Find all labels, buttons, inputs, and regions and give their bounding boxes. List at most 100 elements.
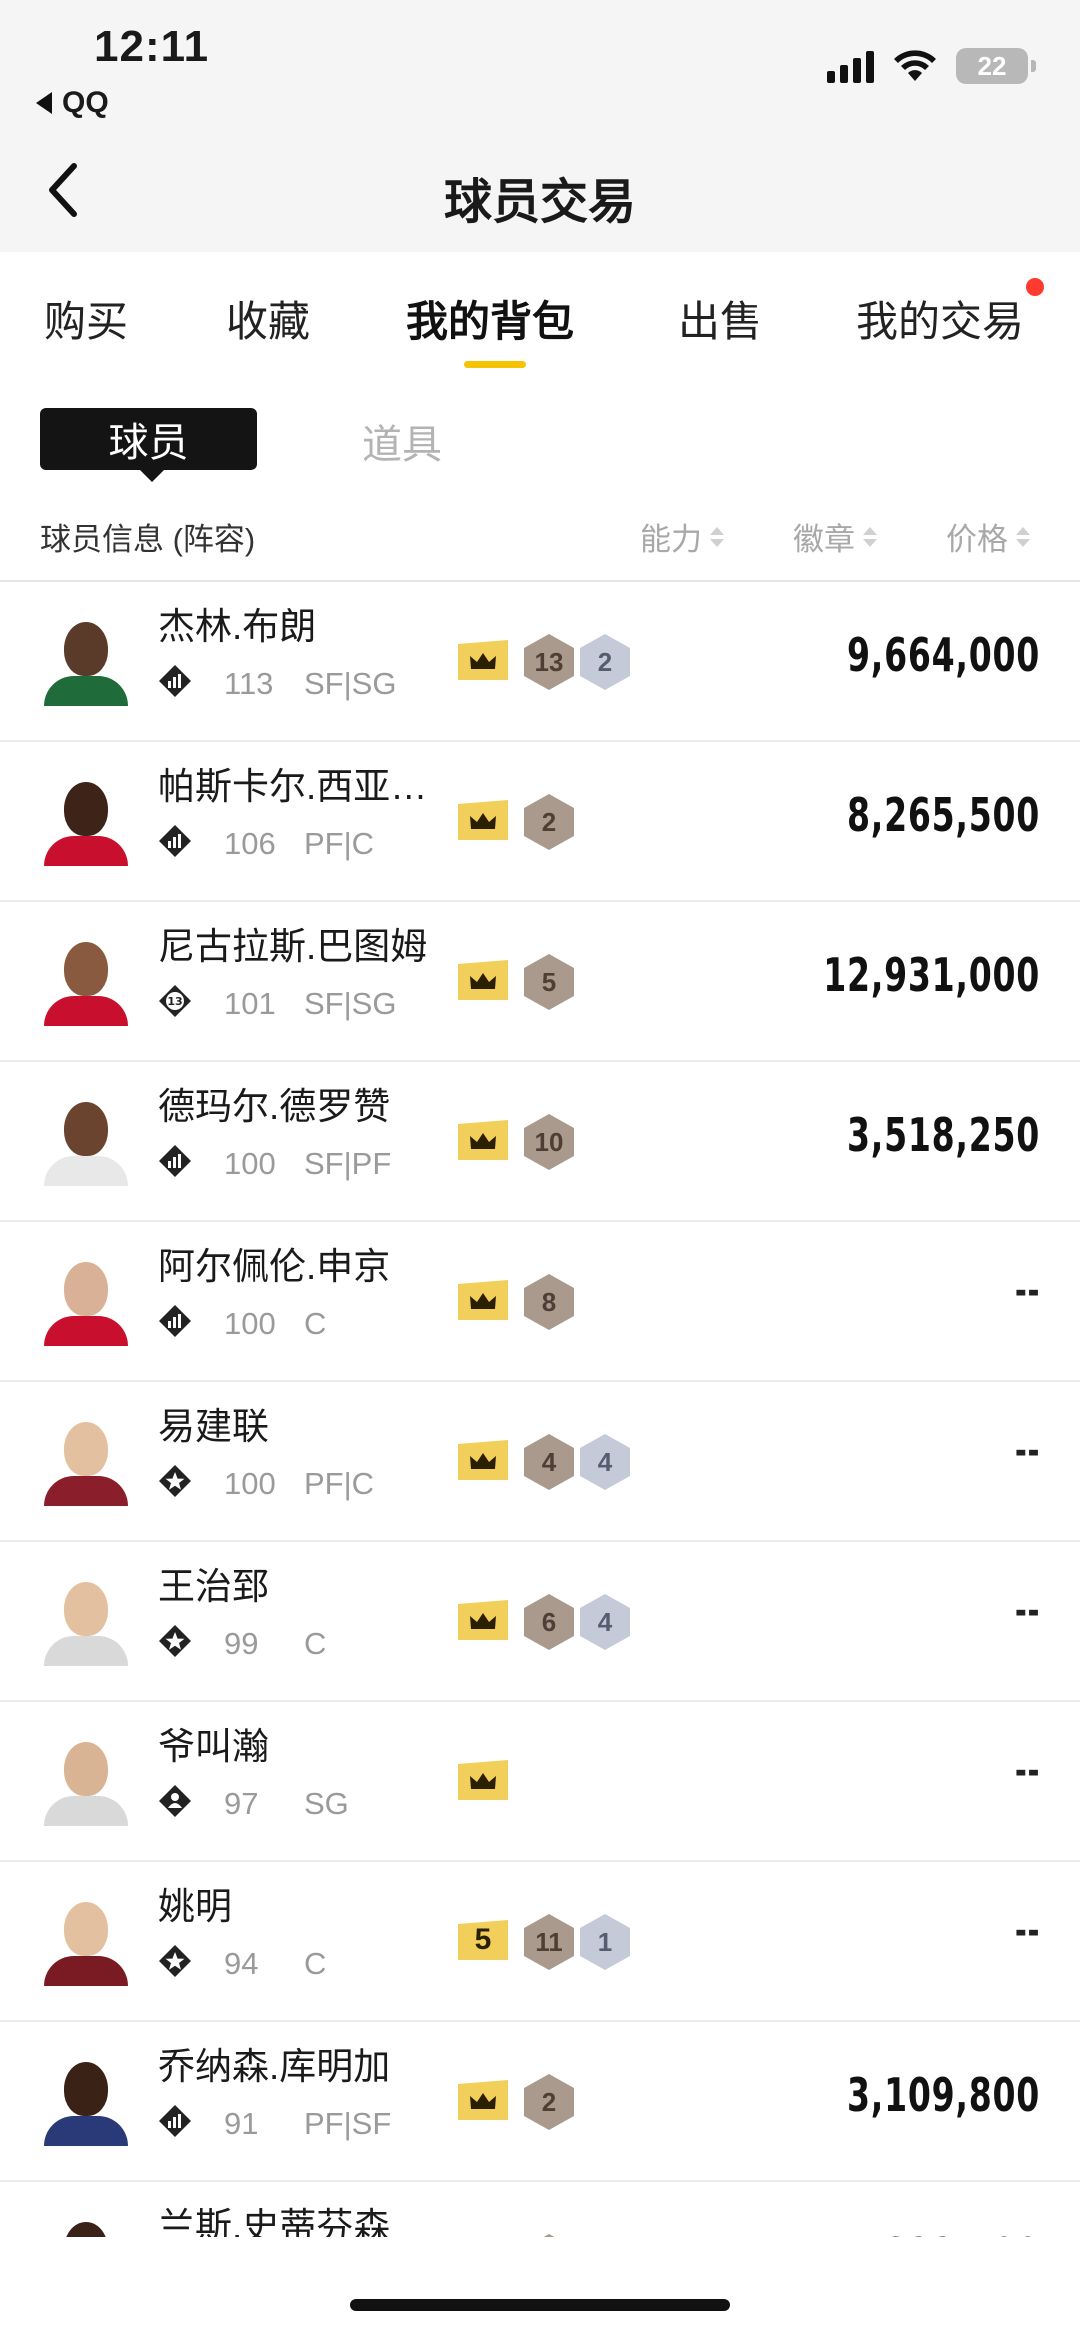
player-position: C: [304, 1626, 327, 1661]
tab-sell[interactable]: 出售: [678, 288, 762, 349]
sort-arrows-icon: [863, 526, 877, 547]
player-rating: 97: [224, 1786, 259, 1821]
player-row[interactable]: 爷叫瀚 97 SG --: [0, 1702, 1080, 1862]
player-name: 德玛尔.德罗赞: [158, 1086, 391, 1127]
back-to-app-link[interactable]: QQ: [36, 86, 109, 120]
player-name: 姚明: [158, 1886, 232, 1927]
segment-items[interactable]: 道具: [362, 412, 442, 470]
player-price: 8,265,500: [847, 788, 1040, 842]
player-rating: 106: [224, 826, 276, 861]
tab-my-bag[interactable]: 我的背包: [406, 288, 574, 349]
player-position: PF|C: [304, 826, 375, 861]
bars-icon: [158, 824, 192, 858]
player-row[interactable]: 阿尔佩伦.申京 100 C 8 --: [0, 1222, 1080, 1382]
person-icon: [158, 1784, 192, 1818]
status-icons: 22: [827, 48, 1036, 84]
player-position: PF|C: [304, 1466, 375, 1501]
player-avatar: [40, 934, 132, 1026]
notification-dot: [1026, 278, 1044, 296]
bronze-badge-count: 13: [524, 634, 574, 690]
player-position: SF|SG: [304, 666, 397, 701]
silver-badge-count: 4: [580, 1434, 630, 1490]
page-title: 球员交易: [443, 176, 636, 229]
player-row[interactable]: 乔纳森.库明加 91 PF|SF 2 3,109,800: [0, 2022, 1080, 2182]
sort-badge[interactable]: 徽章: [793, 514, 877, 559]
silver-badge-count: 4: [580, 1594, 630, 1650]
sort-badge-label: 徽章: [793, 522, 855, 557]
bronze-badge-count: 1: [524, 2234, 574, 2237]
sort-price[interactable]: 价格: [946, 514, 1030, 559]
player-rating: 100: [224, 1146, 276, 1181]
player-price: 4,822,500: [847, 2228, 1040, 2237]
crown-icon: [458, 1600, 508, 1640]
status-time: 12:11: [94, 22, 210, 71]
sort-ability-label: 能力: [640, 522, 702, 557]
13-badge-icon: 13: [158, 984, 192, 1018]
player-name: 爷叫瀚: [158, 1726, 269, 1767]
silver-badge-count: 1: [580, 1914, 630, 1970]
player-price: 12,931,000: [823, 948, 1040, 1002]
tab-bar: 购买 收藏 我的背包 出售 我的交易: [0, 262, 1080, 372]
player-rating: 100: [224, 1466, 276, 1501]
active-tab-indicator: [464, 361, 526, 368]
battery-level: 22: [977, 50, 1007, 81]
player-position: SF|SG: [304, 986, 397, 1021]
player-price: 3,109,800: [847, 2068, 1040, 2122]
bars-icon: [158, 1144, 192, 1178]
level-badge: 5: [458, 1920, 508, 1960]
player-row[interactable]: 德玛尔.德罗赞 100 SF|PF 10 3,518,250: [0, 1062, 1080, 1222]
player-rating: 101: [224, 986, 276, 1021]
sort-price-label: 价格: [946, 522, 1008, 557]
bronze-badge-count: 2: [524, 794, 574, 850]
sort-ability[interactable]: 能力: [640, 514, 724, 559]
player-position: SG: [304, 1786, 349, 1821]
bars-icon: [158, 1304, 192, 1338]
bronze-badge-count: 11: [524, 1914, 574, 1970]
crown-icon: [458, 1760, 508, 1800]
player-price: --: [1014, 1428, 1040, 1474]
player-row[interactable]: 尼古拉斯.巴图姆 13 101 SF|SG 5 12,931,000: [0, 902, 1080, 1062]
tab-my-trades[interactable]: 我的交易: [856, 288, 1024, 349]
player-name: 兰斯.史蒂芬森: [158, 2206, 391, 2237]
bronze-badge-count: 8: [524, 1274, 574, 1330]
player-name: 乔纳森.库明加: [158, 2046, 391, 2087]
tab-favorites[interactable]: 收藏: [226, 288, 310, 349]
cellular-signal-icon: [827, 49, 874, 83]
player-name: 帕斯卡尔.西亚…: [158, 766, 428, 807]
bronze-badge-count: 2: [524, 2074, 574, 2130]
player-avatar: [40, 1734, 132, 1826]
player-row[interactable]: 姚明 94 C 5 11 1 --: [0, 1862, 1080, 2022]
bars-icon: [158, 664, 192, 698]
player-avatar: [40, 1094, 132, 1186]
player-position: SF|PF: [304, 1146, 392, 1181]
silver-badge-count: 2: [580, 634, 630, 690]
player-name: 易建联: [158, 1406, 269, 1447]
player-row[interactable]: 帕斯卡尔.西亚… 106 PF|C 2 8,265,500: [0, 742, 1080, 902]
player-price: --: [1014, 1268, 1040, 1314]
player-row[interactable]: 兰斯.史蒂芬森614,822,500: [0, 2182, 1080, 2237]
tab-buy[interactable]: 购买: [44, 288, 128, 349]
app-header-area: 12:11 QQ 22 球员交易: [0, 0, 1080, 252]
player-row[interactable]: 易建联 100 PF|C 4 4 --: [0, 1382, 1080, 1542]
back-triangle-icon: [36, 92, 52, 114]
player-price: 9,664,000: [847, 628, 1040, 682]
player-avatar: [40, 614, 132, 706]
bronze-badge-count: 10: [524, 1114, 574, 1170]
player-rating: 94: [224, 1946, 259, 1981]
segment-players[interactable]: 球员: [40, 408, 257, 482]
player-rating: 91: [224, 2106, 259, 2141]
player-row[interactable]: 王治郅 99 C 6 4 --: [0, 1542, 1080, 1702]
back-app-label: QQ: [62, 86, 109, 119]
player-price: --: [1014, 1908, 1040, 1954]
crown-icon: [458, 640, 508, 680]
column-player-info: 球员信息 (阵容): [40, 522, 256, 557]
column-header: 球员信息 (阵容) 能力 徽章 价格: [0, 500, 1080, 582]
star-icon: [158, 1624, 192, 1658]
bronze-badge-count: 5: [524, 954, 574, 1010]
player-row[interactable]: 杰林.布朗 113 SF|SG 13 2 9,664,000: [0, 582, 1080, 742]
player-avatar: [40, 2054, 132, 2146]
player-price: --: [1014, 1588, 1040, 1634]
home-indicator[interactable]: [350, 2299, 730, 2311]
wifi-icon: [894, 50, 936, 81]
player-rating: 100: [224, 1306, 276, 1341]
